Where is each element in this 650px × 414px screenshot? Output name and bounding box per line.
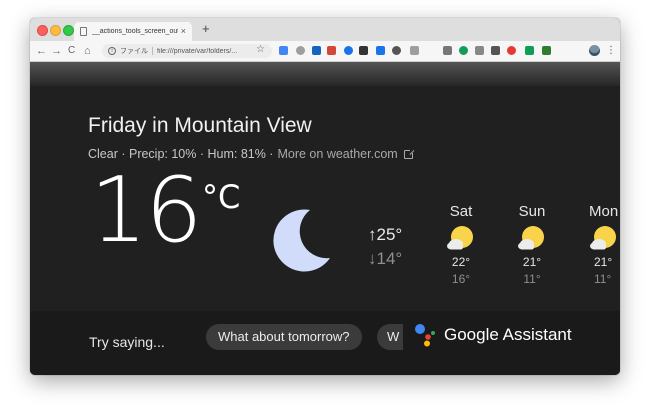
forecast-day-name: Sun — [518, 203, 546, 220]
record-icon[interactable] — [344, 46, 353, 55]
moon-icon — [273, 209, 330, 272]
browser-window: __actions_tools_screen_out_da × + ← → C … — [30, 18, 620, 375]
info-icon[interactable] — [359, 46, 368, 55]
home-button[interactable]: ⌂ — [84, 43, 91, 59]
translate-icon[interactable] — [410, 46, 419, 55]
browser-menu-icon[interactable]: ⋮ — [606, 43, 616, 59]
forecast-low: 11° — [594, 272, 612, 285]
try-saying-label: Try saying... — [89, 334, 165, 350]
low-temperature: ↓14° — [368, 249, 403, 268]
close-window-button[interactable] — [37, 25, 48, 36]
calendar-icon[interactable] — [279, 46, 288, 55]
shield-icon[interactable] — [542, 46, 551, 55]
temperature-unit: °C — [202, 178, 241, 216]
forecast-high: 22° — [451, 255, 471, 269]
suggestion-chip-partial[interactable]: W — [377, 324, 403, 350]
tab-title: __actions_tools_screen_out_da — [92, 28, 178, 35]
reload-button[interactable]: C — [68, 43, 75, 59]
tablet-icon[interactable] — [392, 46, 401, 55]
url-separator — [152, 47, 153, 55]
forecast-high: 21° — [522, 255, 542, 269]
suggestion-bar: Try saying... What about tomorrow? W Goo… — [30, 311, 620, 375]
browser-tab[interactable]: __actions_tools_screen_out_da × — [74, 22, 192, 41]
bookmark-star-icon[interactable]: ☆ — [256, 44, 265, 55]
forecast-day: Sun 21° 11° — [502, 204, 562, 285]
maximize-window-button[interactable] — [63, 25, 74, 36]
adblock-icon[interactable] — [507, 46, 516, 55]
weather-card: Friday in Mountain View Clear · Precip: … — [30, 86, 620, 311]
tab-strip: __actions_tools_screen_out_da × + — [30, 18, 620, 41]
partly-cloudy-icon — [518, 226, 544, 250]
address-bar[interactable]: i ファイル file:///private/var/folders/... — [102, 44, 272, 58]
partly-cloudy-icon — [590, 226, 616, 250]
forecast-day-name: Mon — [589, 204, 619, 220]
url-scheme: ファイル — [120, 48, 148, 55]
url-text[interactable]: file:///private/var/folders/... — [157, 48, 237, 55]
forecast-high: 21° — [594, 255, 613, 269]
forward-button[interactable]: → — [51, 43, 62, 59]
forecast-day-name: Sat — [449, 203, 473, 220]
external-link-icon[interactable] — [403, 147, 415, 159]
forecast-low: 16° — [451, 272, 471, 286]
weather-source-link[interactable]: More on weather.com — [277, 147, 397, 161]
bell-icon[interactable] — [296, 46, 305, 55]
hangouts-icon[interactable] — [459, 46, 468, 55]
calendar-icon[interactable] — [376, 46, 385, 55]
current-temperature: 16 — [90, 158, 203, 263]
forecast-low: 11° — [523, 272, 541, 286]
page-icon — [80, 27, 87, 36]
history-icon[interactable] — [475, 46, 484, 55]
reader-icon[interactable] — [443, 46, 452, 55]
arrow-icon[interactable] — [525, 46, 534, 55]
gmail-icon[interactable] — [327, 46, 336, 55]
google-assistant-logo-icon — [415, 324, 435, 347]
forecast-day: Mon 21° 11° — [574, 204, 620, 285]
profile-avatar[interactable] — [589, 45, 600, 56]
back-button[interactable]: ← — [36, 43, 47, 59]
new-tab-button[interactable]: + — [202, 21, 210, 37]
tab-close-icon[interactable]: × — [181, 27, 186, 36]
google-assistant-branding: Google Assistant — [414, 323, 572, 347]
google-assistant-label: Google Assistant — [444, 325, 572, 344]
high-temperature: ↑25° — [368, 225, 403, 244]
weather-headline: Friday in Mountain View — [88, 114, 312, 137]
browser-toolbar: ← → C ⌂ i ファイル file:///private/var/folde… — [30, 41, 620, 62]
camera-icon[interactable] — [491, 46, 500, 55]
info-icon[interactable]: i — [108, 47, 116, 55]
forecast-day: Sat 22° 16° — [431, 204, 491, 285]
partly-cloudy-icon — [447, 226, 473, 250]
suggestion-chip-tomorrow[interactable]: What about tomorrow? — [206, 324, 362, 350]
printer-icon[interactable] — [312, 46, 321, 55]
minimize-window-button[interactable] — [50, 25, 61, 36]
header-gradient — [30, 62, 620, 86]
